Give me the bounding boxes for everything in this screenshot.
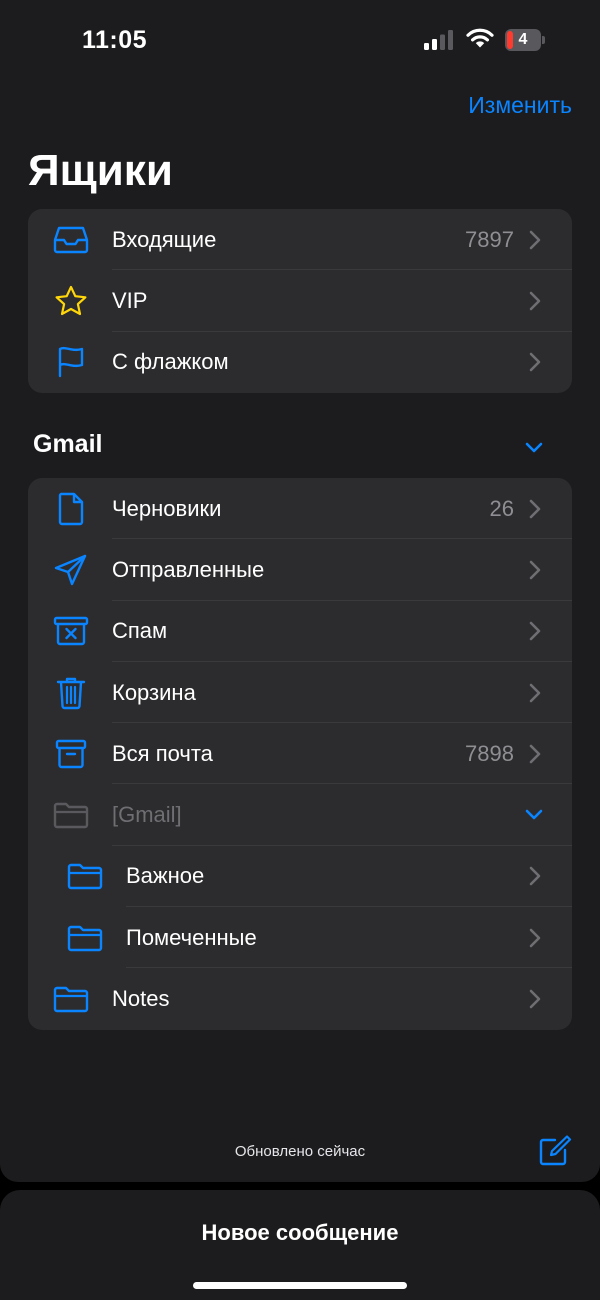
battery-icon: 4 [505, 29, 545, 51]
folder-icon [52, 798, 90, 832]
chevron-right-icon [529, 499, 541, 518]
new-message-draft[interactable]: Новое сообщение [0, 1190, 600, 1300]
home-indicator[interactable] [193, 1282, 407, 1289]
chevron-down-icon[interactable] [524, 808, 544, 822]
chevron-right-icon [529, 291, 541, 311]
mailboxes-screen: 11:05 4 Изменить Ящики Входящие 7897 VIP… [0, 0, 600, 1182]
mailbox-row-gmail-folder[interactable]: [Gmail] [28, 784, 572, 847]
mailbox-label: Notes [112, 986, 170, 1012]
mailbox-label: Корзина [112, 679, 196, 705]
wifi-icon [466, 28, 494, 48]
mailbox-label: Важное [126, 863, 205, 889]
chevron-right-icon [529, 560, 541, 580]
document-icon [52, 492, 90, 526]
compose-icon[interactable] [538, 1135, 572, 1167]
unread-count: 26 [489, 495, 514, 521]
chevron-right-icon [529, 989, 541, 1009]
gmail-mailboxes-group: Черновики 26 Отправленные Спам Корзина В… [28, 478, 572, 1030]
mailbox-row-flagged[interactable]: С флажком [28, 332, 572, 393]
chevron-right-icon [529, 683, 541, 702]
chevron-right-icon [529, 867, 541, 886]
mailbox-row-all-mail[interactable]: Вся почта 7898 [28, 723, 572, 785]
chevron-right-icon [529, 744, 541, 764]
status-time: 11:05 [82, 26, 148, 54]
mailbox-row-drafts[interactable]: Черновики 26 [28, 478, 572, 540]
signal-icon [424, 30, 453, 50]
mailboxes-group: Входящие 7897 VIP С флажком [28, 209, 572, 393]
status-bar: 11:05 4 [0, 0, 600, 80]
mailbox-label: [Gmail] [112, 802, 182, 828]
mailbox-label: Входящие [112, 226, 217, 252]
mailbox-row-important[interactable]: Важное [28, 846, 572, 908]
star-icon [52, 284, 90, 318]
update-status: Обновлено сейчас [234, 1143, 366, 1160]
paper-plane-icon [52, 553, 90, 587]
trash-icon [52, 676, 90, 710]
mailbox-row-vip[interactable]: VIP [28, 270, 572, 332]
archive-icon [52, 737, 90, 771]
chevron-right-icon [529, 928, 541, 948]
edit-button[interactable]: Изменить [468, 92, 572, 119]
junk-icon [52, 614, 90, 648]
page-title: Ящики [28, 146, 173, 195]
mailbox-label: Спам [112, 618, 168, 644]
unread-count: 7898 [465, 740, 514, 766]
mailbox-row-inbox[interactable]: Входящие 7897 [28, 209, 572, 271]
mailbox-row-trash[interactable]: Корзина [28, 662, 572, 724]
chevron-right-icon [529, 621, 541, 641]
chevron-right-icon [529, 352, 541, 372]
battery-level: 4 [518, 31, 528, 48]
mailbox-row-notes[interactable]: Notes [28, 968, 572, 1029]
mailbox-label: Отправленные [112, 556, 265, 582]
account-section-header[interactable]: Gmail [33, 430, 102, 459]
mailbox-row-sent[interactable]: Отправленные [28, 539, 572, 601]
inbox-icon [52, 223, 90, 257]
mailbox-label: Вся почта [112, 740, 213, 766]
mailbox-row-starred[interactable]: Помеченные [28, 907, 572, 969]
folder-icon [66, 921, 104, 955]
mailbox-label: VIP [112, 287, 148, 313]
mailbox-label: Помеченные [126, 924, 257, 950]
chevron-right-icon [529, 230, 541, 249]
chevron-down-icon[interactable] [524, 441, 544, 455]
mailbox-label: Черновики [112, 495, 222, 521]
flag-icon [52, 345, 90, 379]
draft-title: Новое сообщение [201, 1220, 399, 1245]
folder-icon [52, 982, 90, 1016]
unread-count: 7897 [465, 226, 514, 252]
mailbox-row-junk[interactable]: Спам [28, 601, 572, 663]
folder-icon [66, 859, 104, 893]
mailbox-label: С флажком [112, 349, 229, 375]
